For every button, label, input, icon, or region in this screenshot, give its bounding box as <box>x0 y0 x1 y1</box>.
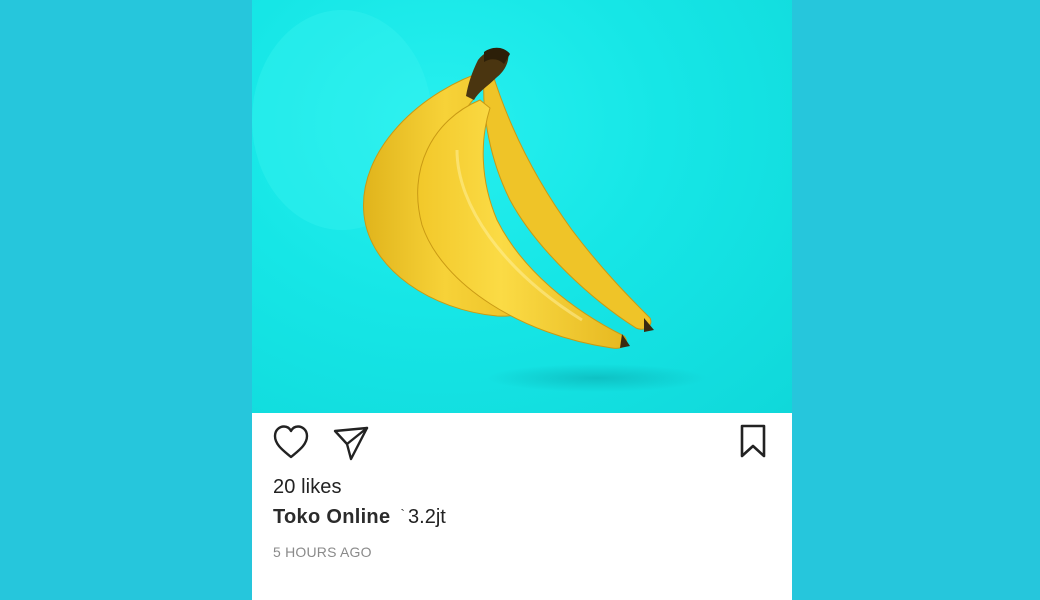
caption: Toko Online ` 3.2jt <box>273 506 446 529</box>
banana-front <box>417 99 627 349</box>
caption-tick: ` <box>400 506 406 522</box>
bookmark-outline-icon[interactable] <box>739 424 767 458</box>
banana-photo <box>252 10 707 392</box>
caption-text: 3.2jt <box>408 506 446 528</box>
post-timestamp: 5 HOURS AGO <box>273 544 372 560</box>
post-action-bar <box>252 413 792 473</box>
caption-username[interactable]: Toko Online <box>273 506 390 528</box>
likes-count[interactable]: 20 likes <box>273 476 342 499</box>
heart-outline-icon[interactable] <box>272 424 310 460</box>
paper-plane-icon[interactable] <box>332 425 370 461</box>
post-card: 20 likes Toko Online ` 3.2jt 5 HOURS AGO <box>252 0 792 600</box>
post-image[interactable] <box>252 0 792 413</box>
